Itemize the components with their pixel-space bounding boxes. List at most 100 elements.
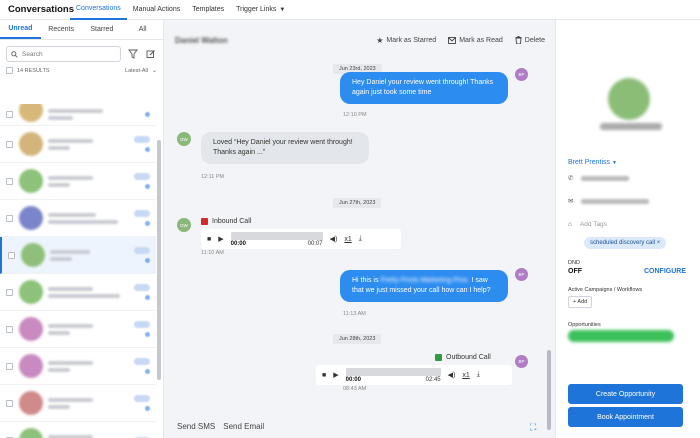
opportunities-label: Opportunities — [568, 322, 601, 328]
search-box[interactable] — [6, 46, 121, 62]
unread-dot — [145, 295, 150, 300]
avatar — [21, 243, 45, 267]
search-input[interactable] — [22, 50, 102, 58]
contact-avatar — [608, 78, 650, 120]
compose-icon[interactable] — [145, 48, 157, 60]
play-icon[interactable]: ▶ — [333, 371, 338, 379]
list-scrollbar[interactable] — [157, 140, 161, 380]
send-sms-tab[interactable]: Send SMS — [177, 422, 215, 431]
list-item[interactable] — [0, 311, 156, 348]
list-item[interactable] — [0, 348, 156, 385]
sort-dropdown[interactable]: Latest-All ⌄ — [125, 67, 157, 75]
redacted-opportunity[interactable] — [568, 330, 674, 342]
audio-track[interactable]: 00:00 02:45 — [345, 366, 441, 384]
volume-icon[interactable]: ◀) — [330, 235, 338, 243]
results-row: 14 RESULTS Latest-All ⌄ — [0, 62, 163, 76]
speed-button[interactable]: x1 — [344, 236, 351, 243]
stop-icon[interactable]: ■ — [207, 236, 211, 243]
redacted-text — [48, 106, 130, 123]
row-checkbox[interactable] — [6, 288, 13, 296]
chat-scrollbar[interactable] — [547, 350, 551, 430]
list-item-selected[interactable] — [0, 237, 156, 274]
tags-row[interactable]: ⌂ Add Tags — [568, 221, 607, 228]
row-meta — [130, 247, 150, 263]
avatar — [19, 169, 43, 193]
select-all-checkbox[interactable] — [6, 67, 13, 74]
row-checkbox[interactable] — [6, 325, 13, 333]
owner-name: Brett Prentiss — [568, 159, 611, 166]
mark-starred-button[interactable]: ★ Mark as Starred — [376, 36, 436, 45]
download-icon[interactable]: ⤓ — [477, 371, 480, 379]
add-tags-input[interactable]: Add Tags — [580, 221, 607, 228]
tab-recents[interactable]: Recents — [41, 20, 82, 39]
add-campaign-button[interactable]: + Add — [568, 296, 593, 308]
unread-dot — [145, 184, 150, 189]
row-meta — [130, 136, 150, 152]
message-time: 12:11 PM — [201, 174, 225, 180]
inbound-call-icon — [201, 218, 208, 225]
list-item[interactable] — [0, 422, 156, 438]
avatar: BP — [515, 355, 528, 368]
message-time: 12:10 PM — [343, 112, 367, 118]
row-meta — [130, 112, 150, 117]
stop-icon[interactable]: ■ — [322, 372, 326, 379]
time-badge — [134, 395, 150, 402]
time-badge — [134, 210, 150, 217]
filter-icon[interactable] — [127, 48, 139, 60]
tab-all[interactable]: All — [122, 20, 163, 39]
avatar — [19, 428, 43, 438]
row-checkbox[interactable] — [6, 111, 13, 118]
nav-trigger-links[interactable]: Trigger Links ▼ — [230, 0, 291, 20]
owner-dropdown[interactable]: Brett Prentiss ▼ — [568, 159, 617, 166]
conversation-list-pane: Unread Recents Starred All 14 RESULTS La… — [0, 20, 164, 438]
tab-starred[interactable]: Starred — [82, 20, 123, 39]
send-email-tab[interactable]: Send Email — [223, 422, 264, 431]
list-item[interactable] — [0, 274, 156, 311]
speed-button[interactable]: x1 — [462, 372, 469, 379]
close-icon[interactable]: × — [657, 240, 661, 246]
row-checkbox[interactable] — [6, 177, 13, 185]
download-icon[interactable]: ⤓ — [359, 235, 362, 243]
audio-progress-bar[interactable] — [345, 367, 441, 376]
configure-button[interactable]: CONFIGURE — [644, 268, 686, 275]
row-checkbox[interactable] — [6, 362, 13, 370]
call-label: Inbound Call — [201, 218, 251, 225]
list-item[interactable] — [0, 104, 156, 126]
nav-manual-actions[interactable]: Manual Actions — [127, 0, 186, 20]
book-appointment-button[interactable]: Book Appointment — [568, 407, 683, 427]
row-meta — [130, 321, 150, 337]
envelope-icon — [448, 36, 457, 44]
time-badge — [134, 284, 150, 291]
row-meta — [130, 395, 150, 411]
row-checkbox[interactable] — [8, 251, 15, 259]
volume-icon[interactable]: ◀) — [448, 371, 456, 379]
redacted-business-name: Pretty Prints Marketing Pros. — [380, 277, 470, 284]
time-badge — [134, 173, 150, 180]
row-checkbox[interactable] — [6, 214, 13, 222]
nav-conversations[interactable]: Conversations — [70, 0, 127, 20]
mark-read-button[interactable]: Mark as Read — [448, 37, 503, 44]
audio-progress-bar[interactable] — [230, 231, 323, 240]
list-item[interactable] — [0, 200, 156, 237]
contact-name: Daniel Walton — [175, 35, 228, 45]
create-opportunity-button[interactable]: Create Opportunity — [568, 384, 683, 404]
tab-unread[interactable]: Unread — [0, 20, 41, 39]
list-item[interactable] — [0, 163, 156, 200]
row-checkbox[interactable] — [6, 399, 13, 407]
avatar: BP — [515, 68, 528, 81]
avatar — [19, 391, 43, 415]
audio-track[interactable]: 00:00 00:07 — [230, 230, 323, 248]
list-item[interactable] — [0, 385, 156, 422]
row-checkbox[interactable] — [6, 140, 13, 148]
expand-icon[interactable]: ⛶ — [530, 422, 536, 433]
list-item[interactable] — [0, 126, 156, 163]
contact-details-pane: Brett Prentiss ▼ ✆ ✉ ⌂ Add Tags scheduled… — [555, 20, 700, 438]
nav-templates[interactable]: Templates — [186, 0, 230, 20]
avatar — [19, 317, 43, 341]
delete-button[interactable]: Delete — [515, 36, 545, 44]
nav-trigger-links-label: Trigger Links — [236, 6, 277, 13]
play-icon[interactable]: ▶ — [218, 235, 223, 243]
audio-player: ■ ▶ 00:00 00:07 ◀) x1 ⤓ — [201, 229, 401, 249]
message-bubble-incoming: Loved “Hey Daniel your review went throu… — [201, 132, 369, 164]
audio-player: ■ ▶ 00:00 02:45 ◀) x1 ⤓ — [316, 365, 512, 385]
